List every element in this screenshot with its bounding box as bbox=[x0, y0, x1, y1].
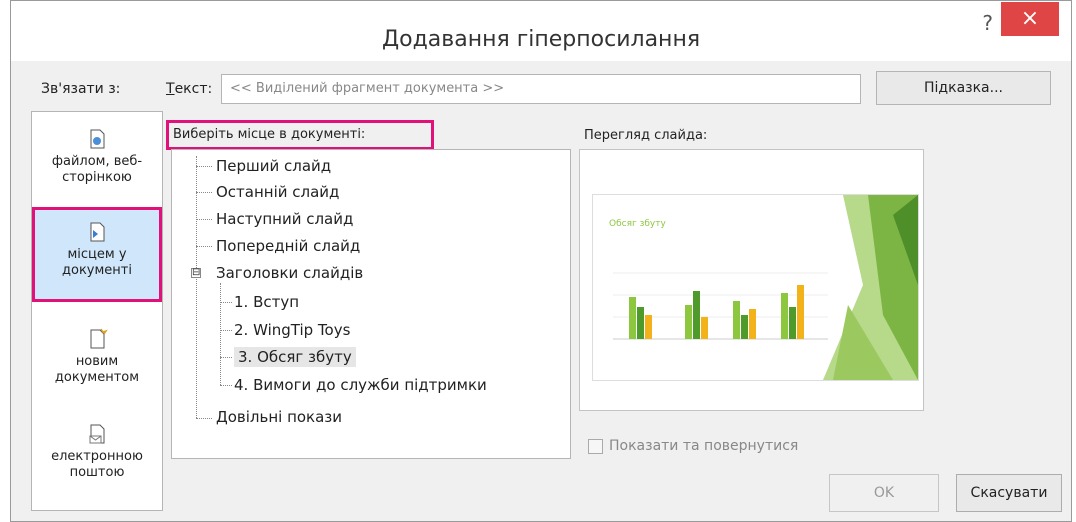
tree-item-slide-1[interactable]: 1. Вступ bbox=[234, 293, 299, 311]
new-document-icon bbox=[90, 328, 108, 349]
show-and-return-label: Показати та повернутися bbox=[609, 438, 799, 454]
display-text-input[interactable]: << Виділений фрагмент документа >> bbox=[221, 74, 861, 104]
link-to-label: Зв'язати з: bbox=[41, 81, 121, 97]
sidebar-item-email[interactable]: електронною поштою bbox=[32, 417, 162, 492]
tree-item-first-slide[interactable]: Перший слайд bbox=[216, 157, 331, 175]
sidebar-item-label: місцем у документі bbox=[62, 247, 132, 278]
document-place-tree[interactable]: ⊟ Перший слайд Останній слайд Наступний … bbox=[171, 149, 571, 459]
tree-guide-line bbox=[220, 283, 221, 385]
sidebar-item-label: новим документом bbox=[54, 354, 140, 385]
tree-item-custom-shows[interactable]: Довільні покази bbox=[216, 408, 342, 426]
dialog-title: Додавання гіперпосилання bbox=[381, 27, 701, 52]
tree-item-slide-3[interactable]: 3. Обсяг збуту bbox=[234, 347, 356, 367]
hyperlink-dialog: Додавання гіперпосилання ? × Зв'язати з:… bbox=[10, 0, 1072, 522]
tree-item-slide-titles[interactable]: Заголовки слайдів bbox=[216, 264, 363, 282]
text-label-accesskey: Т bbox=[166, 81, 175, 97]
tree-connector bbox=[196, 219, 212, 220]
tree-connector bbox=[220, 357, 232, 358]
tree-item-slide-2[interactable]: 2. WingTip Toys bbox=[234, 321, 350, 339]
tree-connector bbox=[196, 166, 212, 167]
tree-item-previous-slide[interactable]: Попередній слайд bbox=[216, 237, 360, 255]
screentip-button[interactable]: Підказка... bbox=[876, 71, 1051, 105]
slide-thumbnail-title: Обсяг збуту bbox=[609, 219, 666, 229]
tree-connector bbox=[196, 192, 212, 193]
tree-item-last-slide[interactable]: Останній слайд bbox=[216, 183, 339, 201]
tree-guide-line bbox=[196, 156, 197, 418]
slide-thumbnail: Обсяг збуту bbox=[592, 194, 919, 381]
tree-connector bbox=[220, 385, 232, 386]
link-to-sidebar: файлом, веб-сторінкою місцем у документі… bbox=[31, 111, 163, 511]
slide-preview-frame: Обсяг збуту bbox=[579, 149, 924, 411]
tree-connector bbox=[196, 418, 212, 419]
sidebar-item-label: електронною поштою bbox=[51, 449, 143, 480]
text-label: Текст: bbox=[166, 81, 212, 97]
sidebar-item-new-document[interactable]: новим документом bbox=[32, 322, 162, 392]
place-in-document-icon bbox=[90, 222, 105, 242]
title-bar: Додавання гіперпосилання ? × bbox=[11, 1, 1071, 61]
email-icon bbox=[89, 424, 105, 444]
cancel-button[interactable]: Скасувати bbox=[956, 474, 1062, 512]
tree-connector bbox=[220, 330, 232, 331]
sidebar-item-place-in-document[interactable]: місцем у документі bbox=[32, 207, 162, 302]
tree-item-next-slide[interactable]: Наступний слайд bbox=[216, 210, 353, 228]
collapse-icon[interactable]: ⊟ bbox=[191, 268, 201, 278]
slide-preview-label: Перегляд слайда: bbox=[584, 128, 708, 143]
sidebar-item-label: файлом, веб-сторінкою bbox=[51, 154, 143, 185]
tree-item-slide-4[interactable]: 4. Вимоги до служби підтримки bbox=[234, 376, 487, 394]
text-label-rest: екст: bbox=[174, 81, 213, 97]
sidebar-item-file-web[interactable]: файлом, веб-сторінкою bbox=[32, 122, 162, 192]
show-and-return-checkbox[interactable]: Показати та повернутися bbox=[588, 438, 798, 454]
tree-connector bbox=[220, 302, 232, 303]
close-icon[interactable]: × bbox=[1001, 2, 1059, 36]
checkbox-box[interactable] bbox=[588, 438, 603, 454]
ok-button[interactable]: OK bbox=[829, 474, 939, 512]
place-in-document-label: Виберіть місце в документі: bbox=[166, 120, 434, 150]
tree-connector bbox=[196, 246, 212, 247]
help-icon[interactable]: ? bbox=[982, 11, 993, 35]
file-web-icon bbox=[90, 129, 105, 149]
